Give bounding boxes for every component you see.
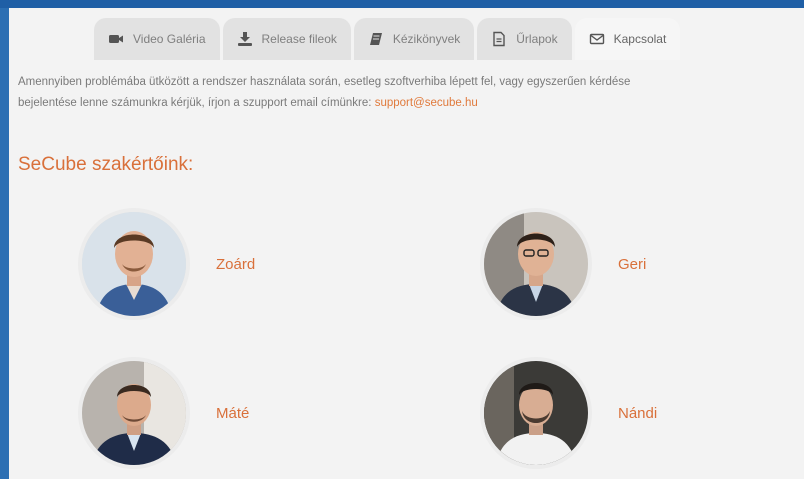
expert-card: Zoárd [78, 208, 255, 320]
page-content: Video Galéria Release fileok Kézikönyvek… [9, 8, 804, 479]
expert-name[interactable]: Máté [216, 405, 249, 422]
tab-manuals[interactable]: Kézikönyvek [353, 18, 475, 60]
document-icon [491, 31, 507, 47]
tab-video-gallery[interactable]: Video Galéria [94, 18, 220, 60]
intro-text: Amennyiben problémába ütközött a rendsze… [18, 72, 798, 114]
avatar[interactable] [78, 208, 190, 320]
video-camera-icon [108, 31, 124, 47]
intro-line-2-text: bejelentése lenne számunkra kérjük, írjo… [18, 97, 375, 109]
support-email-link[interactable]: support@secube.hu [375, 97, 478, 109]
tab-label: Release fileok [261, 32, 337, 46]
envelope-icon [589, 31, 605, 47]
intro-line-2: bejelentése lenne számunkra kérjük, írjo… [18, 93, 798, 114]
avatar[interactable] [480, 208, 592, 320]
expert-name[interactable]: Geri [618, 256, 646, 273]
tab-forms[interactable]: Űrlapok [477, 18, 572, 60]
browser-top-strip [0, 0, 804, 8]
avatar[interactable] [78, 357, 190, 469]
tab-label: Űrlapok [516, 32, 558, 46]
tab-contact[interactable]: Kapcsolat [574, 18, 681, 60]
expert-card: Nándi [480, 357, 657, 469]
avatar[interactable] [480, 357, 592, 469]
expert-card: Máté [78, 357, 249, 469]
expert-name[interactable]: Zoárd [216, 256, 255, 273]
tab-release-files[interactable]: Release fileok [222, 18, 351, 60]
download-icon [237, 31, 253, 47]
tab-label: Video Galéria [133, 32, 206, 46]
tab-bar: Video Galéria Release fileok Kézikönyvek… [94, 17, 683, 60]
tab-label: Kézikönyvek [392, 32, 461, 46]
tab-label: Kapcsolat [613, 32, 667, 46]
intro-line-1: Amennyiben problémába ütközött a rendsze… [18, 76, 631, 88]
book-icon [368, 31, 384, 47]
expert-card: Geri [480, 208, 646, 320]
expert-name[interactable]: Nándi [618, 405, 657, 422]
section-title: SeCube szakértőink: [18, 154, 194, 175]
